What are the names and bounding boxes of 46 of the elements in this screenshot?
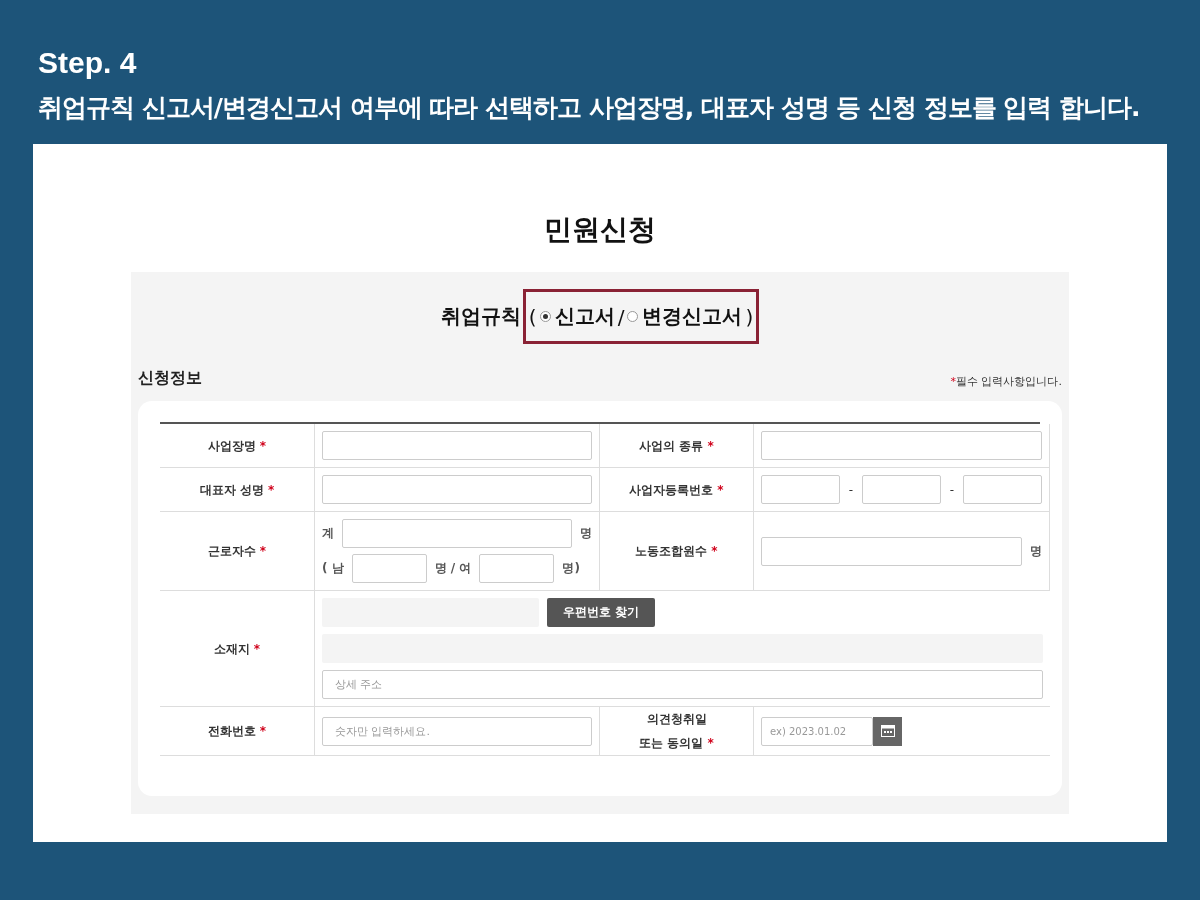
calendar-icon xyxy=(880,725,895,737)
field-label: 사업장명 * xyxy=(160,424,315,468)
dash-separator: - xyxy=(847,482,855,497)
field-label: 소재지 * xyxy=(160,591,315,707)
unit-label: 명) xyxy=(562,560,580,577)
input-field[interactable]: 숫자만 입력하세요. xyxy=(322,716,592,746)
step-heading: Step. 4 xyxy=(38,45,138,81)
rule-type-label: 취업규칙 xyxy=(440,303,521,330)
parenthesis: ) xyxy=(745,304,754,329)
field-label: 전화번호 * xyxy=(160,707,315,756)
input-field[interactable] xyxy=(322,431,592,460)
input-field[interactable] xyxy=(342,519,572,548)
unit-label: 명 xyxy=(580,525,592,542)
detail-address-field[interactable]: 상세 주소 xyxy=(322,670,1043,699)
total-label: 계 xyxy=(322,525,334,542)
required-note: *필수 입력사항입니다. xyxy=(950,374,1062,389)
dash-separator: - xyxy=(948,482,956,497)
instruction-text: 취업규칙 신고서/변경신고서 여부에 따라 선택하고 사업장명, 대표자 성명 등 신청 정보를 입력 합니다. xyxy=(38,92,1141,124)
calendar-button[interactable] xyxy=(873,716,902,746)
field-label: 의견청취일 또는 동의일 * xyxy=(600,707,754,756)
radio-option[interactable]: 변경신고서 xyxy=(627,303,743,330)
input-field[interactable] xyxy=(862,475,941,504)
postcode-search-button[interactable]: 우편번호 찾기 xyxy=(547,598,656,627)
date-field[interactable]: ex) 2023.01.02 xyxy=(761,716,873,746)
input-field[interactable] xyxy=(322,475,592,504)
parenthesis: ( xyxy=(528,304,537,329)
input-field[interactable] xyxy=(479,554,555,583)
radio-button[interactable] xyxy=(627,311,639,322)
input-field[interactable] xyxy=(761,536,1022,566)
slash-separator: / xyxy=(617,304,625,329)
radio-button[interactable] xyxy=(539,311,551,322)
field-label: 사업의 종류 * xyxy=(600,424,754,468)
field-label: 근로자수 * xyxy=(160,512,315,591)
field-label: 사업자등록번호 * xyxy=(600,468,754,512)
input-field[interactable] xyxy=(963,475,1042,504)
input-field[interactable] xyxy=(351,554,427,583)
input-field[interactable] xyxy=(761,431,1042,460)
male-label: ( 남 xyxy=(322,560,344,577)
section-title: 신청정보 xyxy=(138,368,202,389)
field-label: 노동조합원수 * xyxy=(600,512,754,591)
female-label: 명 / 여 xyxy=(434,560,472,577)
page-title: 민원신청 xyxy=(543,212,657,248)
radio-option[interactable]: 신고서 xyxy=(539,303,615,330)
unit-label: 명 xyxy=(1030,542,1042,560)
field-label: 대표자 성명 * xyxy=(160,468,315,512)
input-field[interactable] xyxy=(761,475,840,504)
